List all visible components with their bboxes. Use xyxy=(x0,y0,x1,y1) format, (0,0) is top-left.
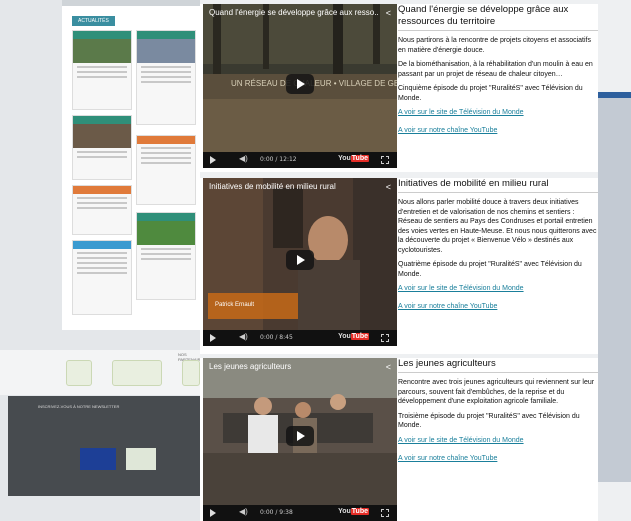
video-heading: Les jeunes agriculteurs xyxy=(398,358,598,373)
share-icon[interactable]: < xyxy=(386,182,391,192)
video-title: Quand l'énergie se développe grâce aux r… xyxy=(209,8,379,17)
eu-flag-logo xyxy=(80,448,116,470)
description-paragraph: Cinquième épisode du projet "RuralitéS" … xyxy=(398,85,583,102)
video-description: Les jeunes agriculteurs Rencontre avec t… xyxy=(398,358,598,472)
news-card[interactable] xyxy=(72,30,132,110)
news-card[interactable] xyxy=(136,212,196,300)
fullscreen-icon[interactable] xyxy=(381,334,389,342)
video-player[interactable]: Les jeunes agriculteurs < ◀) 0:00 / 9:38… xyxy=(203,358,397,521)
partners-strip: NOS PARTENAIRES xyxy=(0,350,206,395)
play-button[interactable] xyxy=(286,74,314,94)
description-paragraph: Nous allons parler mobilité douce à trav… xyxy=(398,199,597,254)
news-panel: ACTUALITÉS xyxy=(62,0,200,330)
link-site[interactable]: A voir sur le site de Télévision du Mond… xyxy=(398,108,598,117)
link-youtube[interactable]: A voir sur notre chaîne YouTube xyxy=(398,302,598,311)
fullscreen-icon[interactable] xyxy=(381,156,389,164)
news-card[interactable] xyxy=(72,185,132,235)
link-youtube[interactable]: A voir sur notre chaîne YouTube xyxy=(398,126,598,135)
newsletter-label: INSCRIVEZ-VOUS À NOTRE NEWSLETTER xyxy=(38,404,120,409)
link-site[interactable]: A voir sur le site de Télévision du Mond… xyxy=(398,436,598,445)
description-paragraph: Troisième épisode du projet "RuralitéS" … xyxy=(398,412,580,430)
description-paragraph: Quatrième épisode du projet "RuralitéS" … xyxy=(398,261,582,278)
play-icon[interactable] xyxy=(210,334,216,342)
player-controls: ◀) 0:00 / 12:12 YouTube xyxy=(203,152,397,168)
video-time: 0:00 / 9:38 xyxy=(260,509,293,516)
video-player[interactable]: Patrick Ernault Initiatives de mobilité … xyxy=(203,178,397,346)
video-title: Initiatives de mobilité en milieu rural xyxy=(209,182,336,191)
partner-logo[interactable] xyxy=(182,360,200,386)
news-card[interactable] xyxy=(136,135,196,205)
video-player[interactable]: UN RÉSEAU DE CHALEUR • VILLAGE DE GESVES… xyxy=(203,4,397,168)
play-button[interactable] xyxy=(286,426,314,446)
youtube-logo[interactable]: YouTube xyxy=(338,333,369,340)
youtube-logo[interactable]: YouTube xyxy=(338,508,369,515)
volume-icon[interactable]: ◀) xyxy=(239,154,248,163)
player-controls: ◀) 0:00 / 9:38 YouTube xyxy=(203,505,397,521)
partner-logo[interactable] xyxy=(112,360,162,386)
video-description: Initiatives de mobilité en milieu rural … xyxy=(398,178,598,320)
fullscreen-icon[interactable] xyxy=(381,509,389,517)
background-right-edge xyxy=(598,92,631,482)
play-icon[interactable] xyxy=(210,156,216,164)
leader-logo xyxy=(126,448,156,470)
description-paragraph: Rencontre avec trois jeunes agriculteurs… xyxy=(398,379,595,405)
play-icon[interactable] xyxy=(210,509,216,517)
link-youtube[interactable]: A voir sur notre chaîne YouTube xyxy=(398,454,598,463)
news-card[interactable] xyxy=(72,240,132,315)
share-icon[interactable]: < xyxy=(386,8,391,18)
news-title: ACTUALITÉS xyxy=(72,16,115,26)
video-entry: Les jeunes agriculteurs < ◀) 0:00 / 9:38… xyxy=(200,358,598,521)
player-controls: ◀) 0:00 / 8:45 YouTube xyxy=(203,330,397,346)
news-card[interactable] xyxy=(72,115,132,180)
description-paragraph: De la biométhanisation, à la réhabilitat… xyxy=(398,61,593,78)
background-website: ACTUALITÉS NOS INSCRIVEZ-VOUS À NOTRE NE… xyxy=(0,0,206,521)
site-footer: INSCRIVEZ-VOUS À NOTRE NEWSLETTER xyxy=(8,396,200,496)
partner-logo[interactable] xyxy=(66,360,92,386)
video-time: 0:00 / 12:12 xyxy=(260,156,297,163)
share-icon[interactable]: < xyxy=(386,362,391,372)
video-entry: UN RÉSEAU DE CHALEUR • VILLAGE DE GESVES… xyxy=(200,4,598,172)
video-overlay-caption: UN RÉSEAU DE CHALEUR • VILLAGE DE GESVES xyxy=(231,79,397,88)
video-heading: Initiatives de mobilité en milieu rural xyxy=(398,178,598,193)
description-paragraph: Nous partirons à la rencontre de projets… xyxy=(398,37,591,54)
link-site[interactable]: A voir sur le site de Télévision du Mond… xyxy=(398,284,598,293)
video-heading: Quand l'énergie se développe grâce aux r… xyxy=(398,4,598,31)
video-overlay-caption: Patrick Ernault xyxy=(215,302,254,308)
news-card[interactable] xyxy=(136,30,196,125)
volume-icon[interactable]: ◀) xyxy=(239,332,248,341)
video-entry: Patrick Ernault Initiatives de mobilité … xyxy=(200,178,598,354)
youtube-logo[interactable]: YouTube xyxy=(338,155,369,162)
video-title: Les jeunes agriculteurs xyxy=(209,362,292,371)
video-description: Quand l'énergie se développe grâce aux r… xyxy=(398,4,598,144)
volume-icon[interactable]: ◀) xyxy=(239,507,248,516)
play-button[interactable] xyxy=(286,250,314,270)
video-time: 0:00 / 8:45 xyxy=(260,334,293,341)
